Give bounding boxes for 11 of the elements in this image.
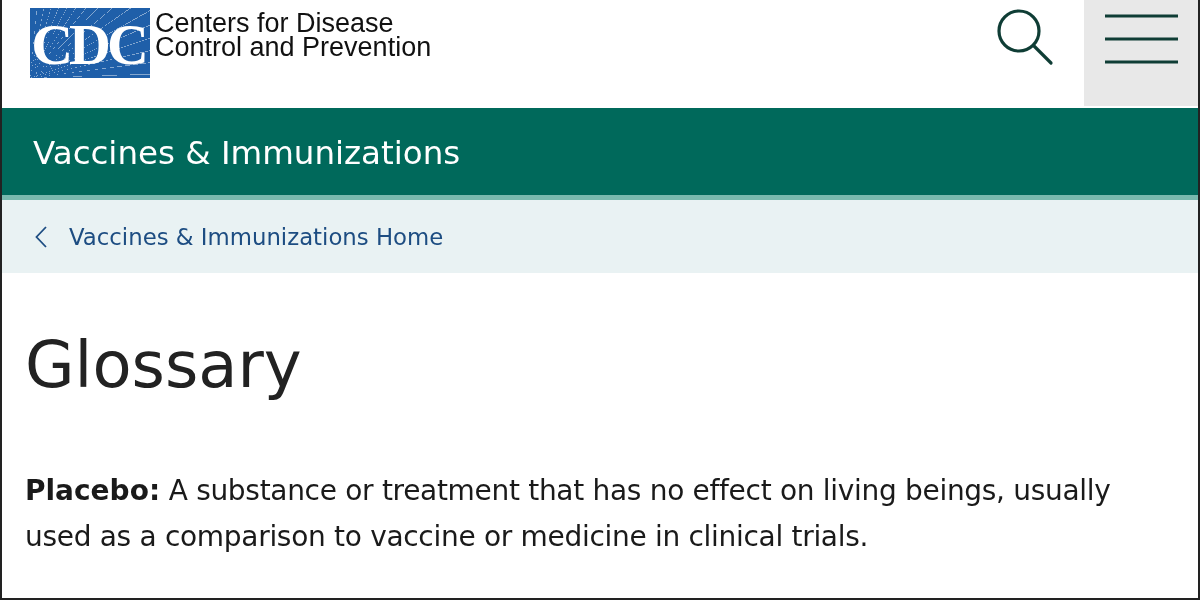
menu-button[interactable]	[1084, 0, 1198, 106]
search-icon	[995, 7, 1055, 67]
section-title[interactable]: Vaccines & Immunizations	[33, 133, 461, 172]
logo-text: CDC	[31, 16, 145, 74]
page-title: Glossary	[25, 327, 302, 404]
chevron-left-icon	[35, 225, 47, 248]
definition-text: Placebo: A substance or treatment that has no effect on living beings, usually used as a comparison to vaccine or medicine in clinical trials.	[25, 473, 1112, 555]
cdc-logo[interactable]: CDC	[30, 8, 150, 78]
menu-icon	[1104, 14, 1178, 64]
agency-name: Centers for Disease Control and Prevention	[155, 11, 432, 59]
breadcrumb-link[interactable]: Vaccines & Immunizations Home	[69, 223, 444, 250]
